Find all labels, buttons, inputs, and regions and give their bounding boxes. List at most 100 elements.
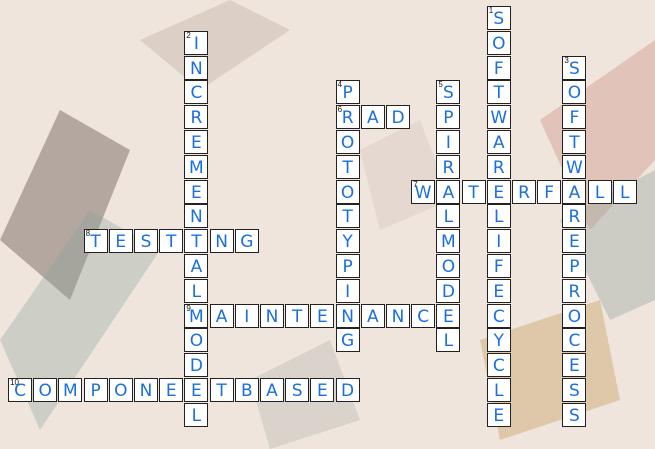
crossword-cell[interactable]: P xyxy=(562,254,587,278)
crossword-cell[interactable]: E xyxy=(486,402,511,427)
crossword-cell[interactable]: R xyxy=(436,154,461,179)
crossword-cell[interactable]: T xyxy=(285,303,310,328)
crossword-cell[interactable]: M xyxy=(436,229,461,254)
crossword-cell[interactable]: A xyxy=(184,254,209,278)
crossword-cell[interactable]: W xyxy=(486,105,511,130)
crossword-cell[interactable]: O xyxy=(335,130,360,154)
crossword-cell[interactable]: N xyxy=(134,378,158,402)
crossword-cell[interactable]: O xyxy=(335,179,360,204)
crossword-cell[interactable]: 2I xyxy=(184,30,209,55)
crossword-cell[interactable]: F xyxy=(562,105,587,130)
crossword-cell[interactable]: A xyxy=(562,179,587,204)
crossword-cell[interactable]: 8T xyxy=(83,229,108,254)
crossword-cell[interactable]: E xyxy=(159,378,184,402)
crossword-cell[interactable]: D xyxy=(184,353,209,378)
crossword-cell[interactable]: C xyxy=(486,303,511,328)
crossword-cell[interactable]: L xyxy=(184,278,209,303)
crossword-cell[interactable]: L xyxy=(612,179,637,204)
crossword-cell[interactable]: A xyxy=(260,378,284,402)
crossword-cell[interactable]: N xyxy=(260,303,284,328)
crossword-cell[interactable]: E xyxy=(562,353,587,378)
crossword-cell[interactable]: M xyxy=(184,154,209,179)
crossword-cell[interactable]: O xyxy=(436,254,461,278)
crossword-cell[interactable]: 9M xyxy=(184,303,209,328)
crossword-cell[interactable]: T xyxy=(562,130,587,154)
crossword-cell[interactable]: O xyxy=(108,378,133,402)
crossword-cell[interactable]: E xyxy=(310,378,335,402)
crossword-cell[interactable]: W xyxy=(562,154,587,179)
crossword-cell[interactable]: E xyxy=(310,303,335,328)
crossword-cell[interactable]: 6R xyxy=(335,105,360,130)
crossword-cell[interactable]: N xyxy=(184,204,209,229)
crossword-cell[interactable]: L xyxy=(184,402,209,427)
crossword-cell[interactable]: E xyxy=(184,179,209,204)
crossword-cell[interactable]: C xyxy=(486,353,511,378)
crossword-cell[interactable]: E xyxy=(184,378,209,402)
crossword-cell[interactable]: N xyxy=(335,303,360,328)
crossword-cell[interactable]: A xyxy=(486,130,511,154)
crossword-cell[interactable]: D xyxy=(335,378,360,402)
crossword-cell[interactable]: F xyxy=(537,179,562,204)
crossword-cell[interactable]: O xyxy=(486,30,511,55)
crossword-cell[interactable]: P xyxy=(436,105,461,130)
crossword-cell[interactable]: G xyxy=(234,229,259,254)
crossword-cell[interactable]: T xyxy=(335,154,360,179)
crossword-cell[interactable]: S xyxy=(562,402,587,427)
crossword-cell[interactable]: L xyxy=(486,378,511,402)
crossword-cell[interactable]: R xyxy=(486,154,511,179)
crossword-cell[interactable]: L xyxy=(436,204,461,229)
crossword-cell[interactable]: L xyxy=(486,204,511,229)
crossword-cell[interactable]: S xyxy=(134,229,158,254)
crossword-cell[interactable]: R xyxy=(562,278,587,303)
crossword-cell[interactable]: D xyxy=(386,105,410,130)
crossword-cell[interactable]: T xyxy=(184,229,209,254)
crossword-cell[interactable]: T xyxy=(209,378,234,402)
crossword-cell[interactable]: A xyxy=(360,303,385,328)
crossword-cell[interactable]: R xyxy=(512,179,536,204)
crossword-cell[interactable]: E xyxy=(486,278,511,303)
crossword-cell[interactable]: N xyxy=(209,229,234,254)
crossword-cell[interactable]: L xyxy=(436,328,461,353)
crossword-cell[interactable]: F xyxy=(486,254,511,278)
crossword-cell[interactable]: D xyxy=(436,278,461,303)
crossword-cell[interactable]: E xyxy=(184,130,209,154)
crossword-cell[interactable]: I xyxy=(436,130,461,154)
crossword-cell[interactable]: 3S xyxy=(562,55,587,80)
crossword-cell[interactable]: T xyxy=(461,179,486,204)
crossword-cell[interactable]: 1S xyxy=(486,6,511,30)
crossword-cell[interactable]: O xyxy=(562,303,587,328)
crossword-cell[interactable]: P xyxy=(335,254,360,278)
crossword-cell[interactable]: N xyxy=(386,303,410,328)
crossword-cell[interactable]: C xyxy=(184,80,209,105)
crossword-cell[interactable]: I xyxy=(234,303,259,328)
crossword-cell[interactable]: R xyxy=(184,105,209,130)
crossword-cell[interactable]: Y xyxy=(335,229,360,254)
crossword-cell[interactable]: E xyxy=(562,229,587,254)
crossword-cell[interactable]: B xyxy=(234,378,259,402)
crossword-cell[interactable]: O xyxy=(184,328,209,353)
crossword-cell[interactable]: E xyxy=(486,179,511,204)
crossword-cell[interactable]: I xyxy=(486,229,511,254)
crossword-cell[interactable]: R xyxy=(562,204,587,229)
crossword-cell[interactable]: E xyxy=(108,229,133,254)
crossword-cell[interactable]: A xyxy=(209,303,234,328)
crossword-cell[interactable]: O xyxy=(562,80,587,105)
crossword-cell[interactable]: G xyxy=(335,328,360,353)
crossword-cell[interactable]: 7W xyxy=(411,179,436,204)
crossword-cell[interactable]: E xyxy=(436,303,461,328)
crossword-cell[interactable]: 10 C xyxy=(8,378,32,402)
crossword-cell[interactable]: O xyxy=(33,378,58,402)
crossword-cell[interactable]: L xyxy=(587,179,612,204)
crossword-cell[interactable]: F xyxy=(486,55,511,80)
crossword-cell[interactable]: T xyxy=(159,229,184,254)
crossword-cell[interactable]: C xyxy=(562,328,587,353)
crossword-cell[interactable]: P xyxy=(83,378,108,402)
crossword-cell[interactable]: N xyxy=(184,55,209,80)
crossword-cell[interactable]: T xyxy=(486,80,511,105)
crossword-cell[interactable]: M xyxy=(58,378,83,402)
crossword-cell[interactable]: S xyxy=(285,378,310,402)
crossword-cell[interactable]: A xyxy=(436,179,461,204)
crossword-cell[interactable]: 4P xyxy=(335,80,360,105)
crossword-cell[interactable]: C xyxy=(411,303,436,328)
crossword-cell[interactable]: 5S xyxy=(436,80,461,105)
